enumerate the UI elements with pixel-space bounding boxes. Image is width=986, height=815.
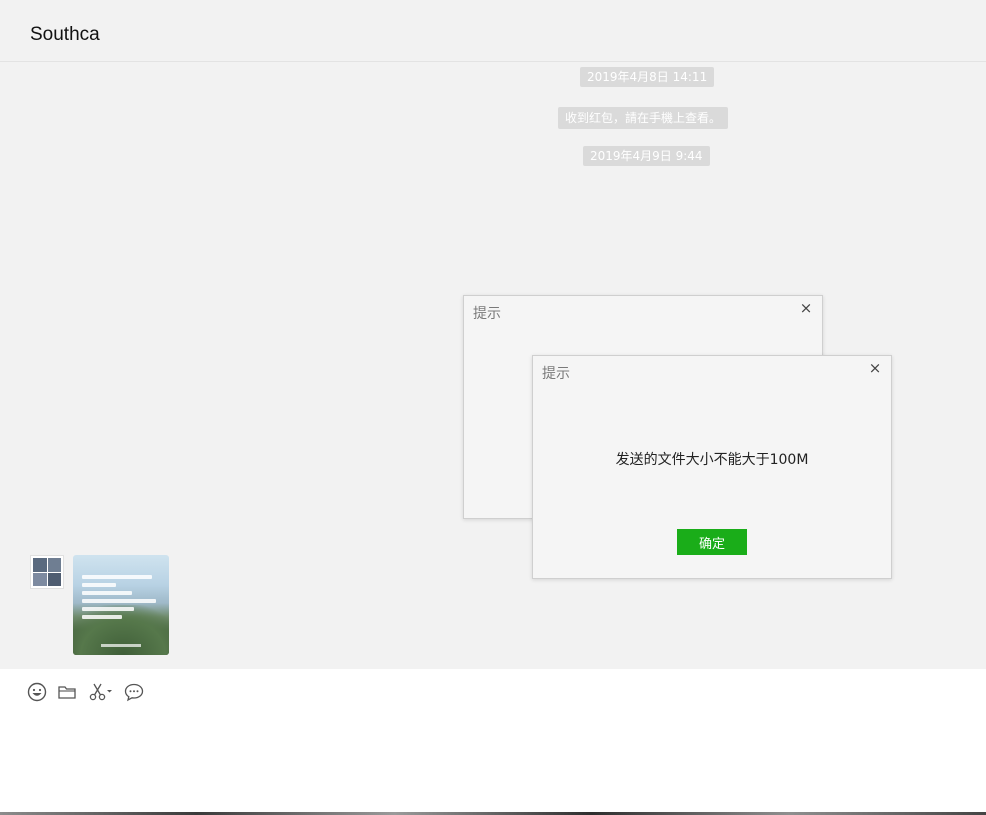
message-input-area[interactable] [0,669,986,815]
folder-icon[interactable] [56,681,78,703]
dialog-message: 发送的文件大小不能大于100M [615,452,809,468]
alert-dialog: 提示 × 发送的文件大小不能大于100M 确定 [532,355,892,579]
chat-title: Southca [30,24,100,45]
scissors-icon[interactable] [87,681,115,703]
chat-bubble-icon[interactable] [123,681,145,703]
avatar[interactable] [30,555,64,589]
timestamp-1: 2019年4月8日 14:11 [580,67,715,87]
dialog-title: 提示 [542,366,570,382]
close-icon[interactable]: × [798,300,814,316]
chat-window: Southca 2019年4月8日 14:11 收到红包，請在手機上查看。 20… [0,0,986,815]
timestamp-2: 2019年4月9日 9:44 [583,146,710,166]
close-icon[interactable]: × [867,360,883,376]
system-notice: 收到红包，請在手機上查看。 [558,107,729,129]
emoji-icon[interactable] [26,681,48,703]
dialog-title: 提示 [473,306,501,322]
image-message[interactable] [73,555,169,655]
ok-button[interactable]: 确定 [677,529,747,555]
chat-header: Southca [0,0,986,62]
